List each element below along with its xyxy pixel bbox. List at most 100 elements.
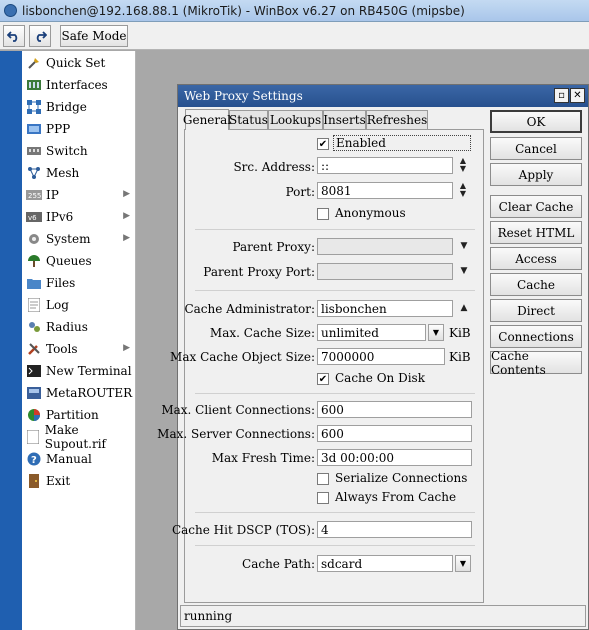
- redo-icon: [36, 31, 47, 42]
- separator: [195, 229, 475, 230]
- sidebar-item-ppp[interactable]: PPP: [22, 118, 136, 140]
- direct-button[interactable]: Direct: [490, 299, 582, 322]
- sidebar-item-switch[interactable]: Switch: [22, 140, 136, 162]
- always-from-cache-checkbox[interactable]: [317, 492, 329, 504]
- terminal-icon: [26, 363, 42, 379]
- sidebar-item-ip[interactable]: 255 IP ▶: [22, 184, 136, 206]
- restore-icon[interactable]: ▫: [554, 88, 569, 103]
- submenu-arrow-icon: ▶: [123, 233, 130, 243]
- sidebar-item-system[interactable]: System ▶: [22, 228, 136, 250]
- max-server-connections-input[interactable]: 600: [317, 425, 472, 442]
- sidebar-item-log[interactable]: Log: [22, 294, 136, 316]
- max-fresh-time-input[interactable]: 3d 00:00:00: [317, 449, 472, 466]
- svg-text:v6: v6: [28, 214, 37, 222]
- max-cache-object-size-input[interactable]: 7000000: [317, 348, 445, 365]
- cache-on-disk-checkbox[interactable]: ✔: [317, 373, 329, 385]
- port-input[interactable]: 8081: [317, 182, 453, 199]
- general-tab-panel: ✔ Enabled Src. Address: :: ▲ ▼ Port: 8081…: [157, 129, 484, 603]
- clear-cache-button[interactable]: Clear Cache: [490, 195, 582, 218]
- separator: [195, 512, 475, 513]
- tab-refreshes[interactable]: Refreshes: [366, 110, 428, 129]
- sidebar-item-radius[interactable]: Radius: [22, 316, 136, 338]
- sidebar-item-quick-set[interactable]: Quick Set: [22, 52, 136, 74]
- max-cache-size-input[interactable]: unlimited: [317, 324, 426, 341]
- max-cache-object-size-unit: KiB: [449, 350, 471, 364]
- submenu-arrow-icon: ▶: [123, 211, 130, 221]
- max-client-connections-input[interactable]: 600: [317, 401, 472, 418]
- connections-button[interactable]: Connections: [490, 325, 582, 348]
- safe-mode-button[interactable]: Safe Mode: [60, 25, 128, 47]
- tab-status[interactable]: Status: [229, 110, 268, 129]
- bridge-icon: [26, 99, 42, 115]
- sidebar-item-tools[interactable]: Tools ▶: [22, 338, 136, 360]
- switch-icon: [26, 143, 42, 159]
- window-title: lisbonchen@192.168.88.1 (MikroTik) - Win…: [22, 3, 465, 18]
- parent-proxy-input[interactable]: [317, 238, 453, 255]
- tools-icon: [26, 341, 42, 357]
- sidebar-menu: Quick Set Interfaces Bridge PPP Switch M…: [22, 51, 136, 630]
- separator: [195, 290, 475, 291]
- system-icon: [26, 231, 42, 247]
- cache-administrator-input[interactable]: lisbonchen: [317, 300, 453, 317]
- parent-proxy-port-input[interactable]: [317, 263, 453, 280]
- sidebar-item-ipv6[interactable]: v6 IPv6 ▶: [22, 206, 136, 228]
- dialog-title-bar[interactable]: Web Proxy Settings: [178, 85, 588, 107]
- max-fresh-time-label: Max Fresh Time:: [211, 451, 315, 465]
- cache-button[interactable]: Cache: [490, 273, 582, 296]
- sidebar-item-exit[interactable]: Exit: [22, 470, 136, 492]
- cache-contents-button[interactable]: Cache Contents: [490, 349, 582, 377]
- cache-hit-dscp-input[interactable]: 4: [317, 521, 472, 538]
- separator: [195, 393, 475, 394]
- radius-icon: [26, 319, 42, 335]
- sidebar-item-make-supout[interactable]: Make Supout.rif: [22, 423, 136, 451]
- metarouter-icon: [26, 385, 42, 401]
- enabled-checkbox[interactable]: ✔: [317, 138, 329, 150]
- undo-button[interactable]: [3, 25, 25, 47]
- cancel-button[interactable]: Cancel: [490, 137, 582, 160]
- winbox-app-icon: [4, 4, 17, 17]
- max-cache-size-label: Max. Cache Size:: [209, 326, 315, 340]
- submenu-arrow-icon: ▶: [123, 189, 130, 199]
- sidebar-item-files[interactable]: Files: [22, 272, 136, 294]
- window-title-bar: lisbonchen@192.168.88.1 (MikroTik) - Win…: [0, 0, 589, 22]
- supout-icon: [26, 429, 41, 445]
- src-address-input[interactable]: ::: [317, 157, 453, 174]
- always-from-cache-label: Always From Cache: [335, 490, 457, 504]
- redo-button[interactable]: [29, 25, 51, 47]
- cache-administrator-collapse-icon[interactable]: ▲: [458, 302, 470, 314]
- parent-proxy-port-dropdown-icon[interactable]: ▼: [458, 265, 470, 277]
- cache-path-input[interactable]: sdcard: [317, 555, 453, 572]
- port-updown-icon[interactable]: ▲ ▼: [458, 182, 468, 198]
- sidebar-item-manual[interactable]: ? Manual: [22, 448, 136, 470]
- max-cache-size-dropdown-icon[interactable]: ▼: [428, 324, 444, 341]
- reset-html-button[interactable]: Reset HTML: [490, 221, 582, 244]
- port-label: Port:: [285, 185, 315, 199]
- tab-inserts[interactable]: Inserts: [323, 110, 366, 129]
- sidebar-item-new-terminal[interactable]: New Terminal: [22, 360, 136, 382]
- quick-set-icon: [26, 55, 42, 71]
- queues-icon: [26, 253, 42, 269]
- src-address-label: Src. Address:: [233, 160, 315, 174]
- tab-lookups[interactable]: Lookups: [268, 110, 323, 129]
- ppp-icon: [26, 121, 42, 137]
- ok-button[interactable]: OK: [490, 110, 582, 133]
- svg-text:255: 255: [28, 192, 41, 200]
- sidebar-item-mesh[interactable]: Mesh: [22, 162, 136, 184]
- serialize-connections-checkbox[interactable]: [317, 473, 329, 485]
- parent-proxy-dropdown-icon[interactable]: ▼: [458, 240, 470, 252]
- close-icon[interactable]: ✕: [570, 88, 585, 103]
- sidebar-item-bridge[interactable]: Bridge: [22, 96, 136, 118]
- apply-button[interactable]: Apply: [490, 163, 582, 186]
- parent-proxy-port-label: Parent Proxy Port:: [203, 265, 315, 279]
- sidebar-item-interfaces[interactable]: Interfaces: [22, 74, 136, 96]
- access-button[interactable]: Access: [490, 247, 582, 270]
- cache-path-label: Cache Path:: [242, 557, 315, 571]
- ip-icon: 255: [26, 187, 42, 203]
- src-address-updown-icon[interactable]: ▲ ▼: [458, 157, 468, 173]
- sidebar-item-metarouter[interactable]: MetaROUTER: [22, 382, 136, 404]
- ipv6-icon: v6: [26, 209, 42, 225]
- anonymous-checkbox[interactable]: [317, 208, 329, 220]
- cache-path-dropdown-icon[interactable]: ▼: [455, 555, 471, 572]
- tab-general[interactable]: General: [183, 109, 231, 130]
- sidebar-item-queues[interactable]: Queues: [22, 250, 136, 272]
